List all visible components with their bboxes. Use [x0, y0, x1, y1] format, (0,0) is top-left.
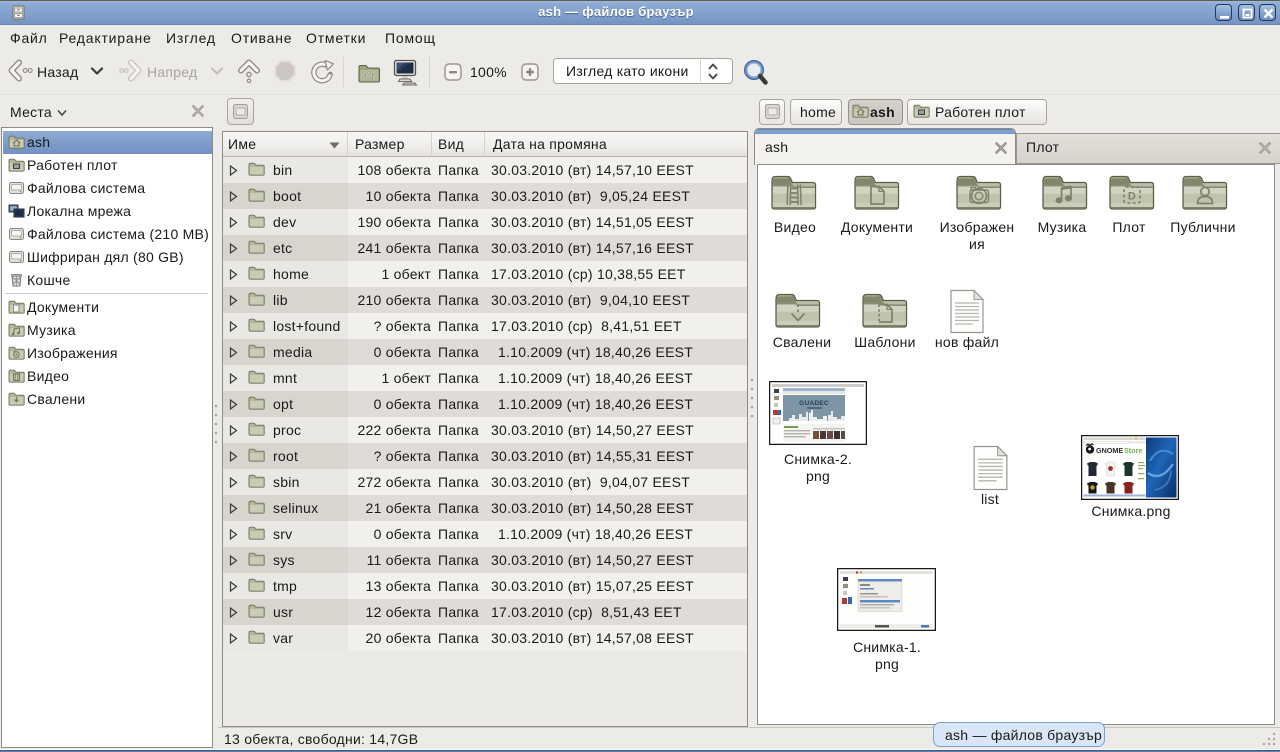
- svg-text:Store: Store: [1124, 446, 1142, 455]
- svg-text:D: D: [1128, 191, 1136, 203]
- svg-text:GUADEC: GUADEC: [799, 400, 829, 407]
- svg-text:GNOME: GNOME: [1096, 446, 1123, 455]
